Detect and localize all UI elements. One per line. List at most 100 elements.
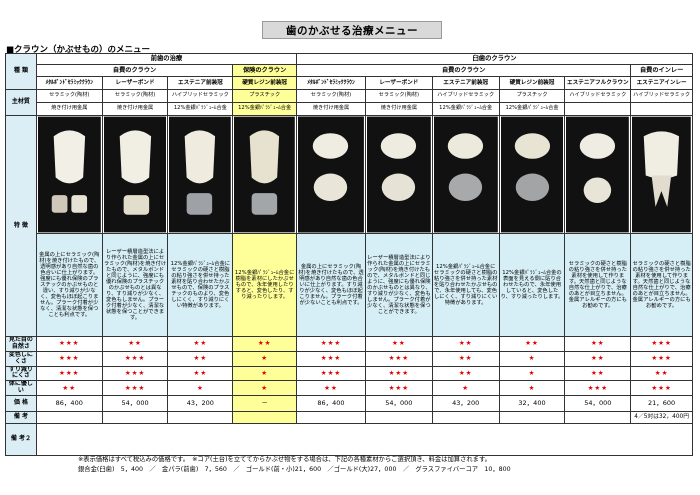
price-value: 86，400 — [35, 395, 103, 413]
material-secondary: 焼き付け用金属 — [296, 102, 366, 116]
price-value: 21，600 — [630, 395, 693, 413]
rating-wear: ★★★ — [101, 365, 169, 382]
material-primary: プラスチック — [498, 89, 566, 103]
rating-look: ★★ — [364, 336, 433, 352]
rating-look: ★★★ — [296, 336, 366, 352]
feature-text: セラミックの硬さと樹脂の粘り強さを併せ持った素材を使用して作ります。天然歯と同じ… — [564, 233, 632, 337]
rating-color: ★★ — [564, 350, 632, 367]
row-label-color: 変色しにくさ — [5, 350, 37, 367]
back-crown-image — [500, 116, 564, 233]
note-cell — [431, 411, 500, 425]
product-name: 硬質レジン前装冠 — [232, 76, 298, 90]
product-name: ﾒﾀﾙﾎﾞﾝﾄﾞｾﾗﾐｯｸｸﾗｳﾝ — [296, 76, 366, 90]
rating-body: ★★★ — [630, 380, 693, 397]
rating-wear: ★ — [498, 365, 566, 382]
front-crown-image — [234, 116, 296, 233]
rating-look: ★★ — [431, 336, 500, 352]
material-primary: ハイブリッドセラミック — [630, 89, 693, 103]
material-secondary: 12%金銀ﾊﾟﾗｼﾞｭｰﾑ合金 — [232, 102, 298, 116]
material-secondary — [564, 102, 632, 116]
note-cell — [296, 411, 366, 425]
front-crown-image — [169, 116, 232, 233]
row-label-look: 見た目の自然さ — [5, 336, 37, 352]
front-crown-image — [103, 116, 167, 233]
crown-photo — [564, 115, 632, 234]
rating-look: ★★ — [232, 336, 298, 352]
remarks-block: ※表示価格はすべて税込みの価格です。 ※コア(土台)を立ててからかぶせ物をする場… — [78, 455, 693, 475]
material-primary: ハイブリッドセラミック — [431, 89, 500, 103]
price-value: － — [232, 395, 298, 413]
material-secondary: 12%金銀ﾊﾟﾗｼﾞｭｰﾑ合金 — [167, 102, 234, 116]
price-value: 43，200 — [167, 395, 234, 413]
row-label-body: 体に優しい — [5, 380, 37, 397]
rating-body: ★ — [431, 380, 500, 397]
page-title: 歯のかぶせる治療メニュー — [262, 21, 442, 39]
rating-body: ★★★ — [101, 380, 169, 397]
rating-color: ★ — [232, 350, 298, 367]
rating-color: ★★★ — [364, 350, 433, 367]
product-name: エステニアフルクラウン — [564, 76, 632, 90]
material-secondary: 12%金銀ﾊﾟﾗｼﾞｭｰﾑ合金 — [431, 102, 500, 116]
crown-photo — [431, 115, 500, 234]
rating-body: ★★★ — [364, 380, 433, 397]
rating-body: ★★ — [35, 380, 103, 397]
material-secondary: 焼き付け用金属 — [364, 102, 433, 116]
note-cell — [232, 411, 298, 425]
inlay-price-note: 4／5対は32，400円 — [630, 411, 693, 425]
rating-look: ★★★ — [630, 336, 693, 352]
rating-color: ★★ — [431, 350, 500, 367]
category-front-private: 自費のクラウン — [35, 64, 234, 77]
note-cell — [498, 411, 566, 425]
row-label-wear: すり減りにくさ — [5, 365, 37, 382]
product-name: 硬質レジン前装冠 — [498, 76, 566, 90]
rating-body: ★ — [498, 380, 566, 397]
back-crown-image — [366, 116, 431, 233]
row-label-note: 備 考 — [5, 411, 37, 425]
row-label-material: 主材質 — [5, 89, 37, 116]
crown-photo — [296, 115, 366, 234]
crown-photo — [498, 115, 566, 234]
remarks-line-1: ※表示価格はすべて税込みの価格です。 ※コア(土台)を立ててからかぶせ物をする場… — [78, 456, 491, 463]
material-primary: セラミック(陶材) — [364, 89, 433, 103]
crown-photo — [167, 115, 234, 234]
rating-wear: ★★ — [630, 365, 693, 382]
price-value: 54，000 — [364, 395, 433, 413]
inlay-image — [632, 116, 691, 233]
remarks-cell — [35, 423, 694, 457]
category-front-insurance: 保険のクラウン — [232, 64, 298, 77]
feature-text: レーザー積層造型法により作られた金属の上にセラミック(陶材)を焼き付けたもので、… — [101, 233, 169, 337]
product-name: エステニアインレー — [630, 76, 693, 90]
rating-body: ★ — [232, 380, 298, 397]
section-back: 臼歯のクラウン — [296, 53, 693, 65]
crown-photo — [101, 115, 169, 234]
row-label-note2: 備 考２ — [5, 423, 37, 457]
feature-text: 12%金銀ﾊﾟﾗｼﾞｭｰﾑ合金に樹脂を素材にしたかぶせもので、永年使用したりする… — [232, 233, 298, 337]
rating-color: ★★★ — [101, 350, 169, 367]
rating-wear: ★ — [232, 365, 298, 382]
note-cell — [564, 411, 632, 425]
back-crown-image — [298, 116, 364, 233]
product-name: レーザーボンド — [101, 76, 169, 90]
crown-photo — [35, 115, 103, 234]
remarks-line-2: 銀合金(臼歯) 5，400 ／ 金パラ(前歯) 7，560 ／ ゴールド(前・小… — [78, 465, 511, 473]
price-value: 54，000 — [564, 395, 632, 413]
material-secondary — [630, 102, 693, 116]
material-primary: ハイブリッドセラミック — [167, 89, 234, 103]
feature-text: レーザー積層造型法により作られた金属の上にセラミック(陶材)を焼き付けたもので、… — [364, 233, 433, 337]
rating-color: ★★★ — [630, 350, 693, 367]
material-primary: プラスチック — [232, 89, 298, 103]
row-label-feature: 特 徴 — [5, 115, 37, 337]
rating-color: ★ — [498, 350, 566, 367]
category-back-private: 自費のクラウン — [296, 64, 632, 77]
rating-body: ★★★ — [564, 380, 632, 397]
material-primary: セラミック(陶材) — [101, 89, 169, 103]
rating-wear: ★★ — [167, 365, 234, 382]
crown-photo — [364, 115, 433, 234]
product-name: エステニア前装冠 — [431, 76, 500, 90]
rating-wear: ★★ — [564, 365, 632, 382]
product-name: ﾒﾀﾙﾎﾞﾝﾄﾞｾﾗﾐｯｸｸﾗｳﾝ — [35, 76, 103, 90]
material-secondary: 12%金銀ﾊﾟﾗｼﾞｭｰﾑ合金 — [498, 102, 566, 116]
back-crown-image — [433, 116, 498, 233]
price-value: 43，200 — [431, 395, 500, 413]
rating-look: ★★ — [498, 336, 566, 352]
